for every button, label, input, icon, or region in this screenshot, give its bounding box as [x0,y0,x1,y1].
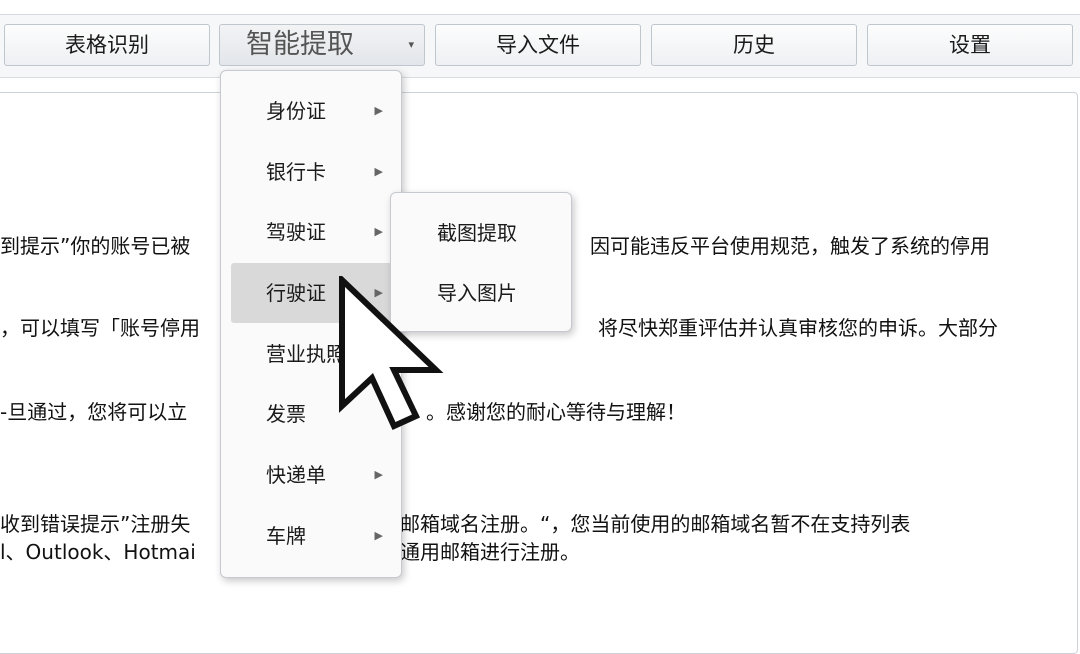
menu-item-express-waybill[interactable]: 快递单 ▶ [231,445,401,505]
content-line: 将尽快郑重评估并认真审核您的申诉。大部分 [598,316,998,340]
chevron-right-icon: ▶ [374,468,383,481]
tab-smart-extract-dropdown[interactable]: 智能提取 ▾ [219,24,425,66]
content-line: ，可以填写「账号停用 [0,316,200,340]
content-line: l、Outlook、Hotmai [0,540,196,564]
chevron-right-icon: ▶ [374,225,383,238]
submenu-item-label: 导入图片 [437,281,517,305]
menu-item-label: 营业执照 [266,342,346,366]
menu-item-id-card[interactable]: 身份证 ▶ [231,81,401,141]
menu-item-license-plate[interactable]: 车牌 ▶ [231,506,401,566]
chevron-right-icon: ▶ [374,165,383,178]
tab-label: 历史 [733,33,775,57]
tab-settings[interactable]: 设置 [867,24,1073,66]
submenu-item-screenshot-extract[interactable]: 截图提取 [391,203,571,263]
chevron-down-icon: ▾ [408,38,414,51]
content-panel[interactable] [0,92,1078,654]
submenu-item-label: 截图提取 [437,221,517,245]
tab-history[interactable]: 历史 [651,24,857,66]
menu-item-label: 快递单 [266,463,326,487]
tab-import-file[interactable]: 导入文件 [435,24,641,66]
chevron-right-icon: ▶ [374,529,383,542]
content-line: 因可能违反平台使用规范，触发了系统的停用 [590,234,990,258]
tab-label: 表格识别 [65,33,149,57]
menu-item-label: 行驶证 [266,281,326,305]
tab-label: 智能提取 [246,29,354,60]
tab-label: 设置 [949,33,991,57]
menu-item-driver-license[interactable]: 驾驶证 ▶ [231,202,401,262]
mouse-pointer-icon [339,276,444,430]
menu-item-bank-card[interactable]: 银行卡 ▶ [231,142,401,202]
tab-table-recognition[interactable]: 表格识别 [4,24,210,66]
menu-item-label: 身份证 [266,99,326,123]
menu-item-label: 驾驶证 [266,220,326,244]
content-line: 收到错误提示”注册失 [0,512,191,536]
content-line: 邮箱域名注册。“，您当前使用的邮箱域名暂不在支持列表 [400,512,911,536]
content-line: 通用邮箱进行注册。 [400,540,580,564]
chevron-right-icon: ▶ [374,104,383,117]
menu-item-label: 车牌 [266,524,306,548]
menu-item-label: 发票 [266,402,306,426]
menu-item-label: 银行卡 [266,160,326,184]
content-line: -旦通过，您将可以立 [0,400,188,424]
content-line: 。感谢您的耐心等待与理解！ [426,400,686,424]
tab-label: 导入文件 [496,33,580,57]
content-line: 到提示”你的账号已被 [0,234,191,258]
